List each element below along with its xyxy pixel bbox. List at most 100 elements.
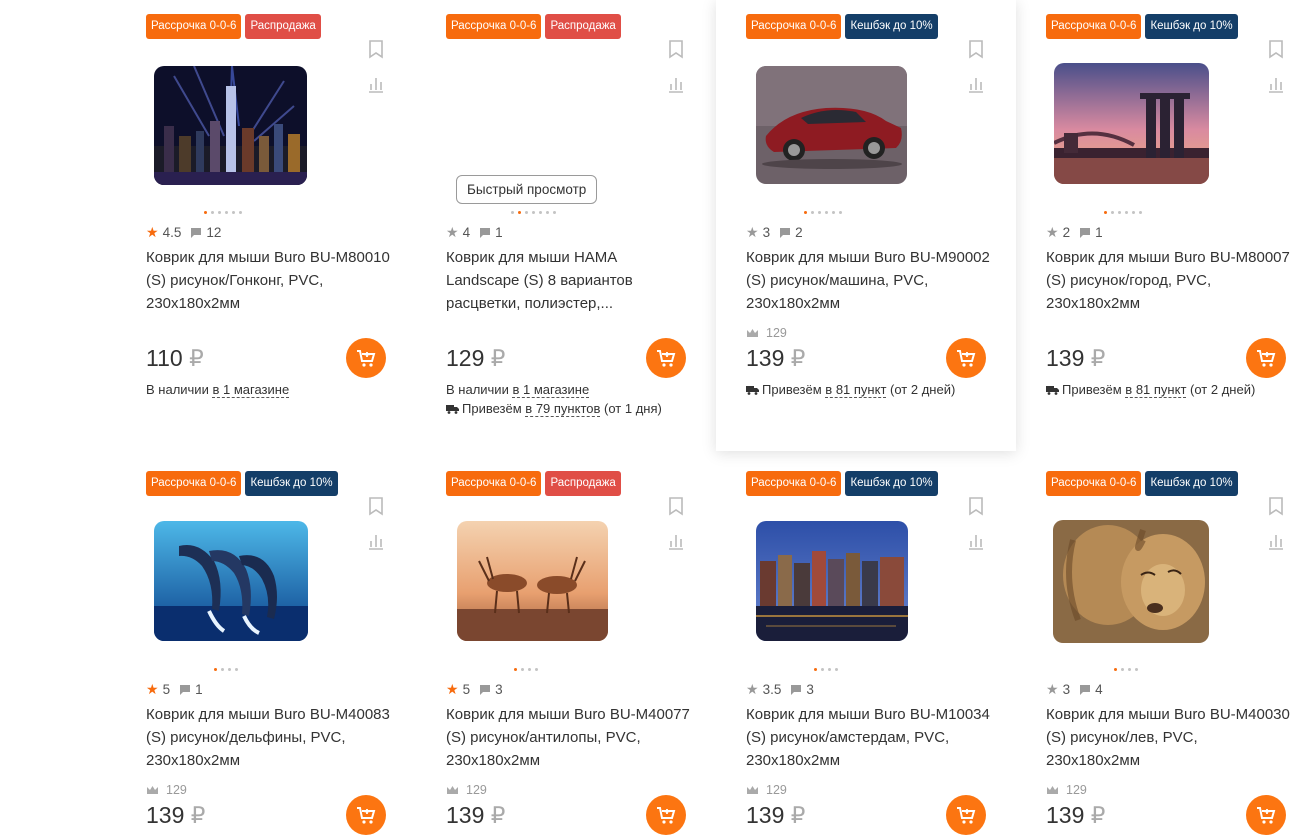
image-pagination[interactable]	[514, 668, 538, 671]
bookmark-icon[interactable]	[367, 39, 385, 59]
compare-icon[interactable]	[967, 74, 985, 94]
installment-badge: Рассрочка 0-0-6	[446, 471, 542, 496]
add-to-cart-button[interactable]	[646, 795, 686, 835]
price-value: 110	[146, 345, 183, 371]
compare-icon[interactable]	[1267, 74, 1285, 94]
cart-icon	[957, 807, 976, 824]
currency: ₽	[490, 345, 506, 371]
product-title[interactable]: Коврик для мыши Buro BU-M40083 (S) рисун…	[146, 703, 394, 772]
compare-icon[interactable]	[1267, 531, 1285, 551]
product-image[interactable]	[756, 66, 907, 184]
product-image[interactable]	[1054, 63, 1209, 184]
product-image[interactable]	[457, 521, 608, 641]
rating[interactable]: ★ 3 4	[1046, 680, 1103, 698]
currency: ₽	[190, 802, 206, 828]
buyers-count: 129	[746, 783, 787, 797]
add-to-cart-button[interactable]	[346, 338, 386, 378]
product-card[interactable]: Рассрочка 0-0-6 Кешбэк до 10% ★ 2 1 Ковр…	[1016, 0, 1296, 457]
product-card[interactable]: Рассрочка 0-0-6 Кешбэк до 10% ★ 5 1 Ковр…	[116, 457, 416, 835]
product-title[interactable]: Коврик для мыши Buro BU-M80010 (S) рисун…	[146, 246, 394, 315]
bookmark-icon[interactable]	[667, 39, 685, 59]
star-icon: ★	[146, 223, 159, 240]
installment-badge: Рассрочка 0-0-6	[146, 14, 242, 39]
product-title[interactable]: Коврик для мыши Buro BU-M40077 (S) рисун…	[446, 703, 694, 772]
delivery-time: (от 2 дней)	[890, 382, 956, 397]
bookmark-icon[interactable]	[667, 496, 685, 516]
bookmark-icon[interactable]	[967, 496, 985, 516]
rating-value: 3.5	[762, 681, 782, 697]
image-pagination[interactable]	[1104, 211, 1142, 214]
delivery: Привезём в 79 пунктов (от 1 дня)	[446, 401, 662, 417]
cart-icon	[657, 807, 676, 824]
product-card[interactable]: Рассрочка 0-0-6 Распродажа ★ 4.5 12 Ковр…	[116, 0, 416, 457]
image-pagination[interactable]	[511, 211, 556, 214]
price: 139 ₽	[446, 802, 505, 829]
crown-icon	[147, 786, 158, 794]
cashback-badge: Кешбэк до 10%	[845, 471, 938, 496]
compare-icon[interactable]	[967, 531, 985, 551]
product-image[interactable]	[154, 66, 307, 185]
buyers-value: 129	[766, 783, 787, 797]
rating-value: 4.5	[162, 224, 182, 240]
delivery-time: (от 2 дней)	[1190, 382, 1256, 397]
price: 110 ₽	[146, 345, 204, 372]
stores-link[interactable]: в 1 магазине	[212, 382, 290, 398]
rating[interactable]: ★ 4.5 12	[146, 223, 221, 241]
installment-badge: Рассрочка 0-0-6	[746, 14, 842, 39]
rating[interactable]: ★ 5 1	[146, 680, 203, 698]
compare-icon[interactable]	[367, 531, 385, 551]
pickup-points-link[interactable]: в 79 пунктов	[525, 401, 601, 417]
product-card[interactable]: Рассрочка 0-0-6 Кешбэк до 10% ★ 3 4 Ковр…	[1016, 457, 1296, 835]
add-to-cart-button[interactable]	[346, 795, 386, 835]
reviews-count: 3	[806, 681, 814, 697]
stores-link[interactable]: в 1 магазине	[512, 382, 590, 398]
in-stock-label: В наличии	[146, 382, 209, 397]
product-title[interactable]: Коврик для мыши HAMA Landscape (S) 8 вар…	[446, 246, 694, 315]
compare-icon[interactable]	[367, 74, 385, 94]
rating-value: 2	[1062, 224, 1071, 240]
sale-badge: Распродажа	[545, 471, 621, 496]
product-title[interactable]: Коврик для мыши Buro BU-M80007 (S) рисун…	[1046, 246, 1294, 315]
rating[interactable]: ★ 2 1	[1046, 223, 1103, 241]
add-to-cart-button[interactable]	[946, 338, 986, 378]
bookmark-icon[interactable]	[967, 39, 985, 59]
image-pagination[interactable]	[1114, 668, 1138, 671]
add-to-cart-button[interactable]	[1246, 795, 1286, 835]
product-title[interactable]: Коврик для мыши Buro BU-M90002 (S) рисун…	[746, 246, 994, 315]
reviews-count: 4	[1095, 681, 1103, 697]
product-image[interactable]	[1053, 520, 1209, 643]
compare-icon[interactable]	[667, 74, 685, 94]
bookmark-icon[interactable]	[1267, 39, 1285, 59]
product-image[interactable]	[756, 521, 908, 641]
buyers-count: 129	[746, 326, 787, 340]
image-pagination[interactable]	[214, 668, 238, 671]
rating[interactable]: ★ 5 3	[446, 680, 503, 698]
rating[interactable]: ★ 3 2	[746, 223, 803, 241]
image-pagination[interactable]	[204, 211, 242, 214]
product-image[interactable]	[154, 521, 308, 641]
product-card[interactable]: Рассрочка 0-0-6 Кешбэк до 10% ★ 3 2 Ковр…	[716, 0, 1016, 451]
add-to-cart-button[interactable]	[1246, 338, 1286, 378]
compare-icon[interactable]	[667, 531, 685, 551]
bookmark-icon[interactable]	[367, 496, 385, 516]
badges: Рассрочка 0-0-6 Распродажа	[446, 471, 621, 496]
add-to-cart-button[interactable]	[646, 338, 686, 378]
product-card[interactable]: Рассрочка 0-0-6 Распродажа Быстрый просм…	[416, 0, 716, 457]
product-title[interactable]: Коврик для мыши Buro BU-M10034 (S) рисун…	[746, 703, 994, 772]
bookmark-icon[interactable]	[1267, 496, 1285, 516]
quick-view-button[interactable]: Быстрый просмотр	[456, 175, 598, 204]
rating[interactable]: ★ 4 1	[446, 223, 503, 241]
product-card[interactable]: Рассрочка 0-0-6 Распродажа ★ 5 3 Коврик …	[416, 457, 716, 835]
installment-badge: Рассрочка 0-0-6	[146, 471, 242, 496]
product-title[interactable]: Коврик для мыши Buro BU-M40030 (S) рисун…	[1046, 703, 1294, 772]
reviews-count: 12	[206, 224, 222, 240]
image-pagination[interactable]	[814, 668, 838, 671]
add-to-cart-button[interactable]	[946, 795, 986, 835]
cart-icon	[1257, 350, 1276, 367]
rating[interactable]: ★ 3.5 3	[746, 680, 814, 698]
pickup-points-link[interactable]: в 81 пункт	[1125, 382, 1187, 398]
image-pagination[interactable]	[804, 211, 842, 214]
price-value: 139	[746, 802, 785, 828]
pickup-points-link[interactable]: в 81 пункт	[825, 382, 887, 398]
product-card[interactable]: Рассрочка 0-0-6 Кешбэк до 10% ★ 3.5 3 Ко…	[716, 457, 1016, 835]
